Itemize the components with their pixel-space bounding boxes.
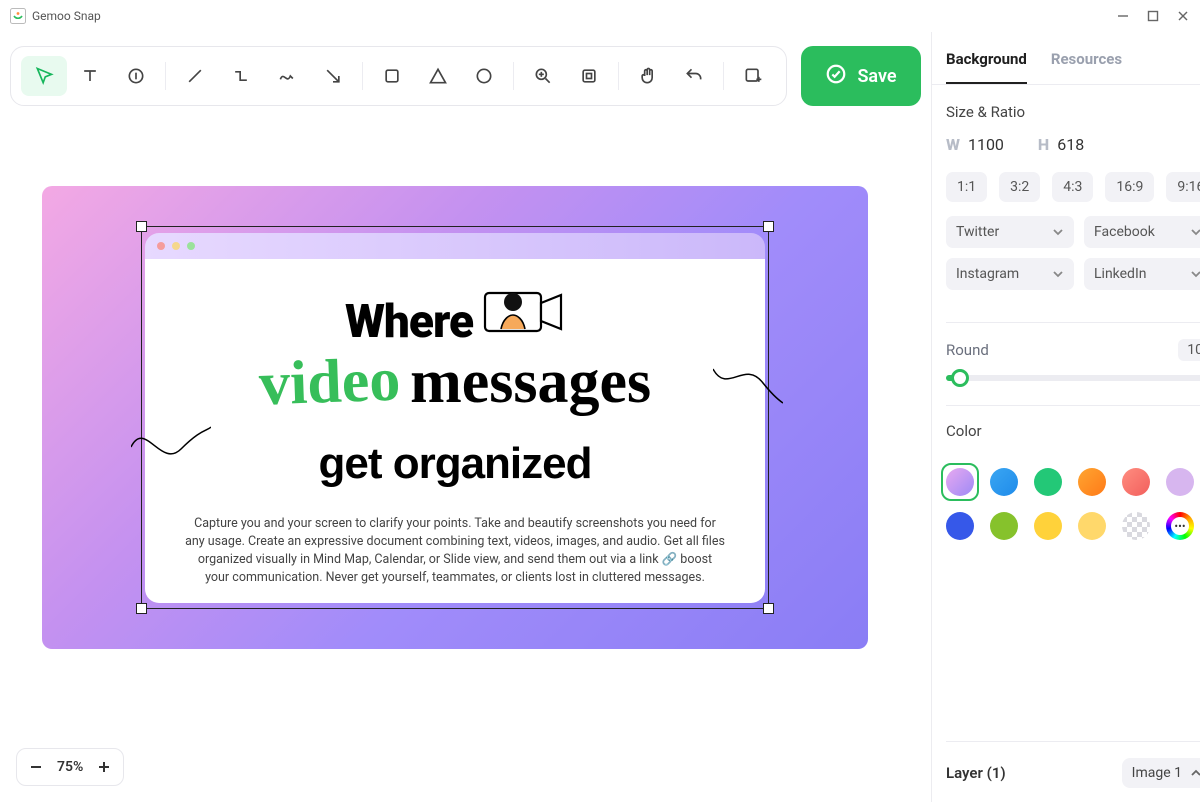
swatch-6[interactable] bbox=[946, 512, 974, 540]
resize-handle-tl[interactable] bbox=[136, 221, 147, 232]
chevron-down-icon bbox=[1052, 226, 1064, 238]
width-input[interactable]: W1100 bbox=[946, 135, 1004, 154]
zoom-in-button[interactable] bbox=[95, 758, 113, 776]
tab-background[interactable]: Background bbox=[946, 50, 1027, 84]
tool-cursor[interactable] bbox=[21, 56, 67, 96]
tool-triangle[interactable] bbox=[415, 56, 461, 96]
layer-bar: Layer (1) Image 1 bbox=[946, 741, 1200, 788]
round-value: 10 bbox=[1178, 339, 1200, 361]
swatch-8[interactable] bbox=[1034, 512, 1062, 540]
swatch-7[interactable] bbox=[990, 512, 1018, 540]
zoom-control: 75% bbox=[16, 748, 124, 786]
tool-step-line[interactable] bbox=[218, 56, 264, 96]
panel-tabs: Background Resources bbox=[932, 32, 1200, 85]
mock-browser-top bbox=[145, 233, 765, 259]
tool-number[interactable] bbox=[113, 56, 159, 96]
preset-instagram[interactable]: Instagram bbox=[946, 258, 1074, 290]
tool-line[interactable] bbox=[172, 56, 218, 96]
section-size-ratio: Size & Ratio W1100 H618 1:1 3:2 4:3 16:9 9:1… bbox=[932, 85, 1200, 304]
ratio-16-9[interactable]: 16:9 bbox=[1105, 172, 1154, 202]
swatch-3[interactable] bbox=[1078, 468, 1106, 496]
canvas-background[interactable]: Where video bbox=[42, 186, 868, 649]
chevron-down-icon bbox=[1190, 268, 1200, 280]
round-slider[interactable] bbox=[946, 375, 1200, 381]
webcam-illustration-icon bbox=[481, 287, 565, 349]
swatch-transparent[interactable] bbox=[1122, 512, 1150, 540]
toolbar bbox=[10, 46, 787, 106]
section-color: Color bbox=[932, 406, 1200, 454]
ratio-9-16[interactable]: 9:16 bbox=[1166, 172, 1200, 202]
canvas-screenshot[interactable]: Where video bbox=[145, 233, 765, 603]
size-ratio-label: Size & Ratio bbox=[946, 103, 1025, 121]
tool-curve[interactable] bbox=[264, 56, 310, 96]
tool-add-overlay[interactable] bbox=[730, 56, 776, 96]
slider-knob[interactable] bbox=[951, 369, 969, 387]
window-minimize-icon[interactable] bbox=[1116, 9, 1130, 23]
swatch-1[interactable] bbox=[990, 468, 1018, 496]
save-button[interactable]: Save bbox=[801, 46, 921, 106]
tool-magnify[interactable] bbox=[520, 56, 566, 96]
hero-line3: get organized bbox=[185, 439, 725, 489]
window-maximize-icon[interactable] bbox=[1146, 9, 1160, 23]
swatch-0[interactable] bbox=[946, 468, 974, 496]
canvas-area[interactable]: Where video bbox=[0, 116, 931, 802]
swatch-picker[interactable]: ••• bbox=[1166, 512, 1194, 540]
tab-resources[interactable]: Resources bbox=[1051, 50, 1122, 84]
swatch-9[interactable] bbox=[1078, 512, 1106, 540]
titlebar: Gemoo Snap bbox=[0, 0, 1200, 32]
zoom-level-label: 75% bbox=[57, 759, 83, 775]
tool-rectangle[interactable] bbox=[369, 56, 415, 96]
chevron-down-icon bbox=[1190, 226, 1200, 238]
resize-handle-tr[interactable] bbox=[763, 221, 774, 232]
chevron-down-icon bbox=[1052, 268, 1064, 280]
chevron-up-icon bbox=[1190, 767, 1200, 779]
round-row: Round 10 bbox=[932, 323, 1200, 365]
preset-linkedin[interactable]: LinkedIn bbox=[1084, 258, 1200, 290]
ratio-3-2[interactable]: 3:2 bbox=[999, 172, 1040, 202]
swatch-4[interactable] bbox=[1122, 468, 1150, 496]
swatch-2[interactable] bbox=[1034, 468, 1062, 496]
ratio-4-3[interactable]: 4:3 bbox=[1052, 172, 1093, 202]
save-button-label: Save bbox=[857, 66, 896, 87]
height-input[interactable]: H618 bbox=[1038, 135, 1084, 154]
zoom-out-button[interactable] bbox=[27, 758, 45, 776]
app-title: Gemoo Snap bbox=[32, 9, 101, 23]
tool-crop[interactable] bbox=[566, 56, 612, 96]
mock-browser-body: Where video bbox=[145, 259, 765, 603]
window-close-icon[interactable] bbox=[1176, 9, 1190, 23]
layer-count-label: Layer (1) bbox=[946, 764, 1006, 782]
resize-handle-bl[interactable] bbox=[136, 603, 147, 614]
hero-subtext: Capture you and your screen to clarify y… bbox=[185, 515, 725, 588]
tool-text[interactable] bbox=[67, 56, 113, 96]
hero-line1: Where bbox=[345, 287, 565, 349]
tool-arrow[interactable] bbox=[310, 56, 356, 96]
check-circle-icon bbox=[825, 63, 847, 90]
hero-line2: video messages bbox=[185, 351, 725, 413]
color-label: Color bbox=[946, 422, 982, 440]
round-label: Round bbox=[946, 341, 989, 359]
tool-ellipse[interactable] bbox=[461, 56, 507, 96]
tool-hand[interactable] bbox=[625, 56, 671, 96]
preset-twitter[interactable]: Twitter bbox=[946, 216, 1074, 248]
ratio-1-1[interactable]: 1:1 bbox=[946, 172, 987, 202]
properties-panel: Background Resources Size & Ratio W1100 … bbox=[931, 32, 1200, 802]
preset-facebook[interactable]: Facebook bbox=[1084, 216, 1200, 248]
resize-handle-br[interactable] bbox=[763, 603, 774, 614]
app-logo-icon bbox=[10, 8, 26, 24]
layer-select[interactable]: Image 1 bbox=[1122, 758, 1200, 788]
tool-undo[interactable] bbox=[671, 56, 717, 96]
swatch-5[interactable] bbox=[1166, 468, 1194, 496]
